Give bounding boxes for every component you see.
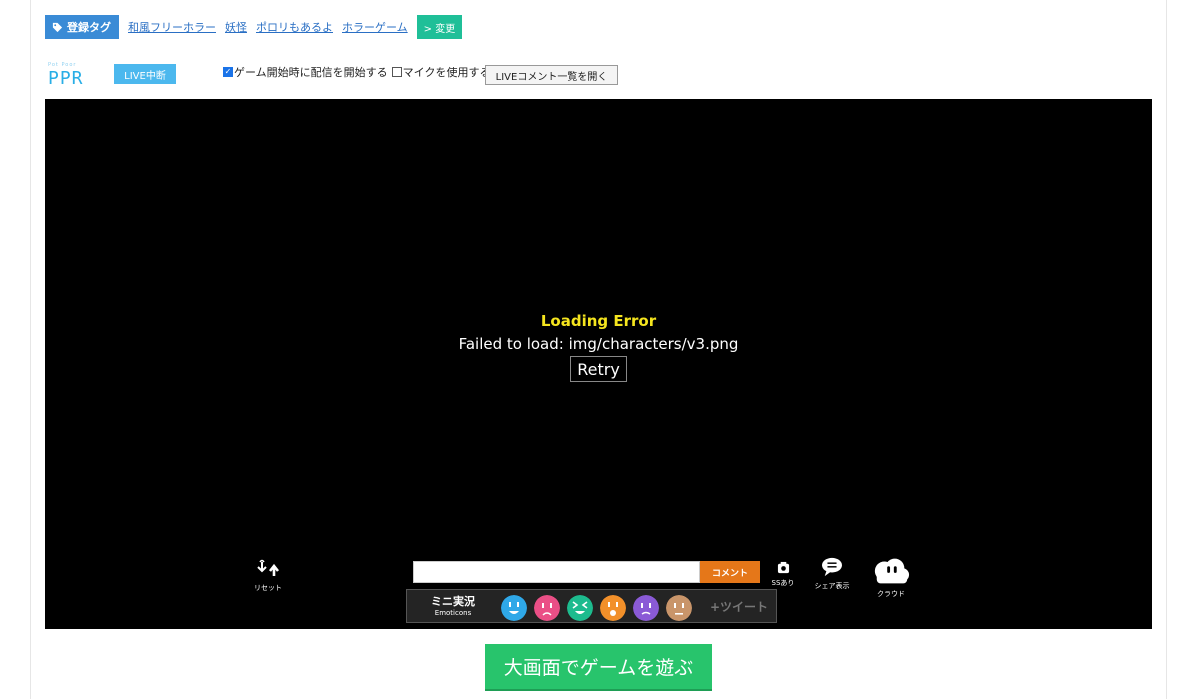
mini-commentary-title: ミニ実況 Emoticons — [425, 593, 481, 617]
use-mic-label: マイクを使用する — [402, 66, 491, 79]
start-broadcast-label: ゲーム開始時に配信を開始する — [234, 66, 388, 79]
worried-face-icon[interactable] — [633, 595, 659, 621]
comment-input[interactable] — [413, 561, 700, 583]
error-message: Failed to load: img/characters/v3.png — [458, 335, 739, 353]
cloud-icon — [874, 558, 910, 584]
tag-row: 登録タグ 和風フリーホラー 妖怪 ポロリもあるよ ホラーゲーム > 変更 — [45, 15, 463, 39]
cloud-button[interactable]: クラウド — [869, 557, 913, 599]
registered-tags-label: 登録タグ — [45, 15, 119, 39]
mini-commentary-bar: ミニ実況 Emoticons +ツイート — [406, 589, 777, 623]
surprised-face-icon[interactable] — [600, 595, 626, 621]
reset-button[interactable]: リセット — [252, 559, 284, 593]
speech-bubble-icon — [822, 557, 842, 577]
mini-commentary-title-jp: ミニ実況 — [431, 595, 475, 608]
play-fullscreen-button[interactable]: 大画面でゲームを遊ぶ — [485, 644, 712, 689]
screenshot-button[interactable]: SSあり — [767, 559, 799, 588]
start-broadcast-checkbox[interactable]: ✓ — [223, 67, 233, 77]
game-canvas[interactable]: Loading Error Failed to load: img/charac… — [45, 99, 1152, 629]
page: 登録タグ 和風フリーホラー 妖怪 ポロリもあるよ ホラーゲーム > 変更 Pot… — [0, 0, 1200, 699]
tag-link-wafu-horror[interactable]: 和風フリーホラー — [128, 19, 216, 35]
live-status-button[interactable]: LIVE中断 — [114, 64, 176, 84]
tweet-button[interactable]: +ツイート — [710, 598, 768, 615]
share-display-button[interactable]: シェア表示 — [813, 557, 851, 591]
cloud-label: クラウド — [877, 590, 905, 598]
share-label: シェア表示 — [814, 582, 850, 590]
use-mic-option[interactable]: マイクを使用する — [391, 64, 491, 80]
neutral-face-icon[interactable] — [666, 595, 692, 621]
smile-face-icon[interactable] — [501, 595, 527, 621]
change-tags-button[interactable]: > 変更 — [416, 15, 463, 39]
error-title: Loading Error — [540, 312, 657, 330]
ppr-logo: Pot Poor PPR — [48, 62, 96, 89]
open-live-comments-button[interactable]: LIVEコメント一覧を開く — [485, 65, 618, 85]
screenshot-label: SSあり — [771, 579, 795, 587]
tag-link-yokai[interactable]: 妖怪 — [225, 19, 247, 35]
tag-icon — [52, 22, 63, 32]
reset-icon — [257, 559, 280, 576]
reset-label: リセット — [254, 584, 282, 592]
frame-right-border — [1166, 0, 1167, 699]
retry-button[interactable]: Retry — [570, 356, 627, 382]
logo-text: PPR — [48, 68, 84, 89]
camera-icon — [777, 561, 789, 574]
use-mic-checkbox[interactable] — [391, 67, 402, 77]
mini-commentary-subtitle: Emoticons — [434, 609, 472, 617]
tag-link-porori[interactable]: ポロリもあるよ — [256, 19, 333, 35]
comment-submit-button[interactable]: コメント — [700, 561, 760, 583]
frame-left-border — [30, 0, 31, 699]
start-broadcast-option[interactable]: ✓ ゲーム開始時に配信を開始する — [223, 64, 388, 80]
registered-tags-text: 登録タグ — [67, 21, 111, 34]
sad-face-icon[interactable] — [534, 595, 560, 621]
tag-link-horror-game[interactable]: ホラーゲーム — [342, 19, 408, 35]
squint-face-icon[interactable] — [567, 595, 593, 621]
broadcast-options: ✓ ゲーム開始時に配信を開始する マイクを使用する — [223, 64, 494, 80]
